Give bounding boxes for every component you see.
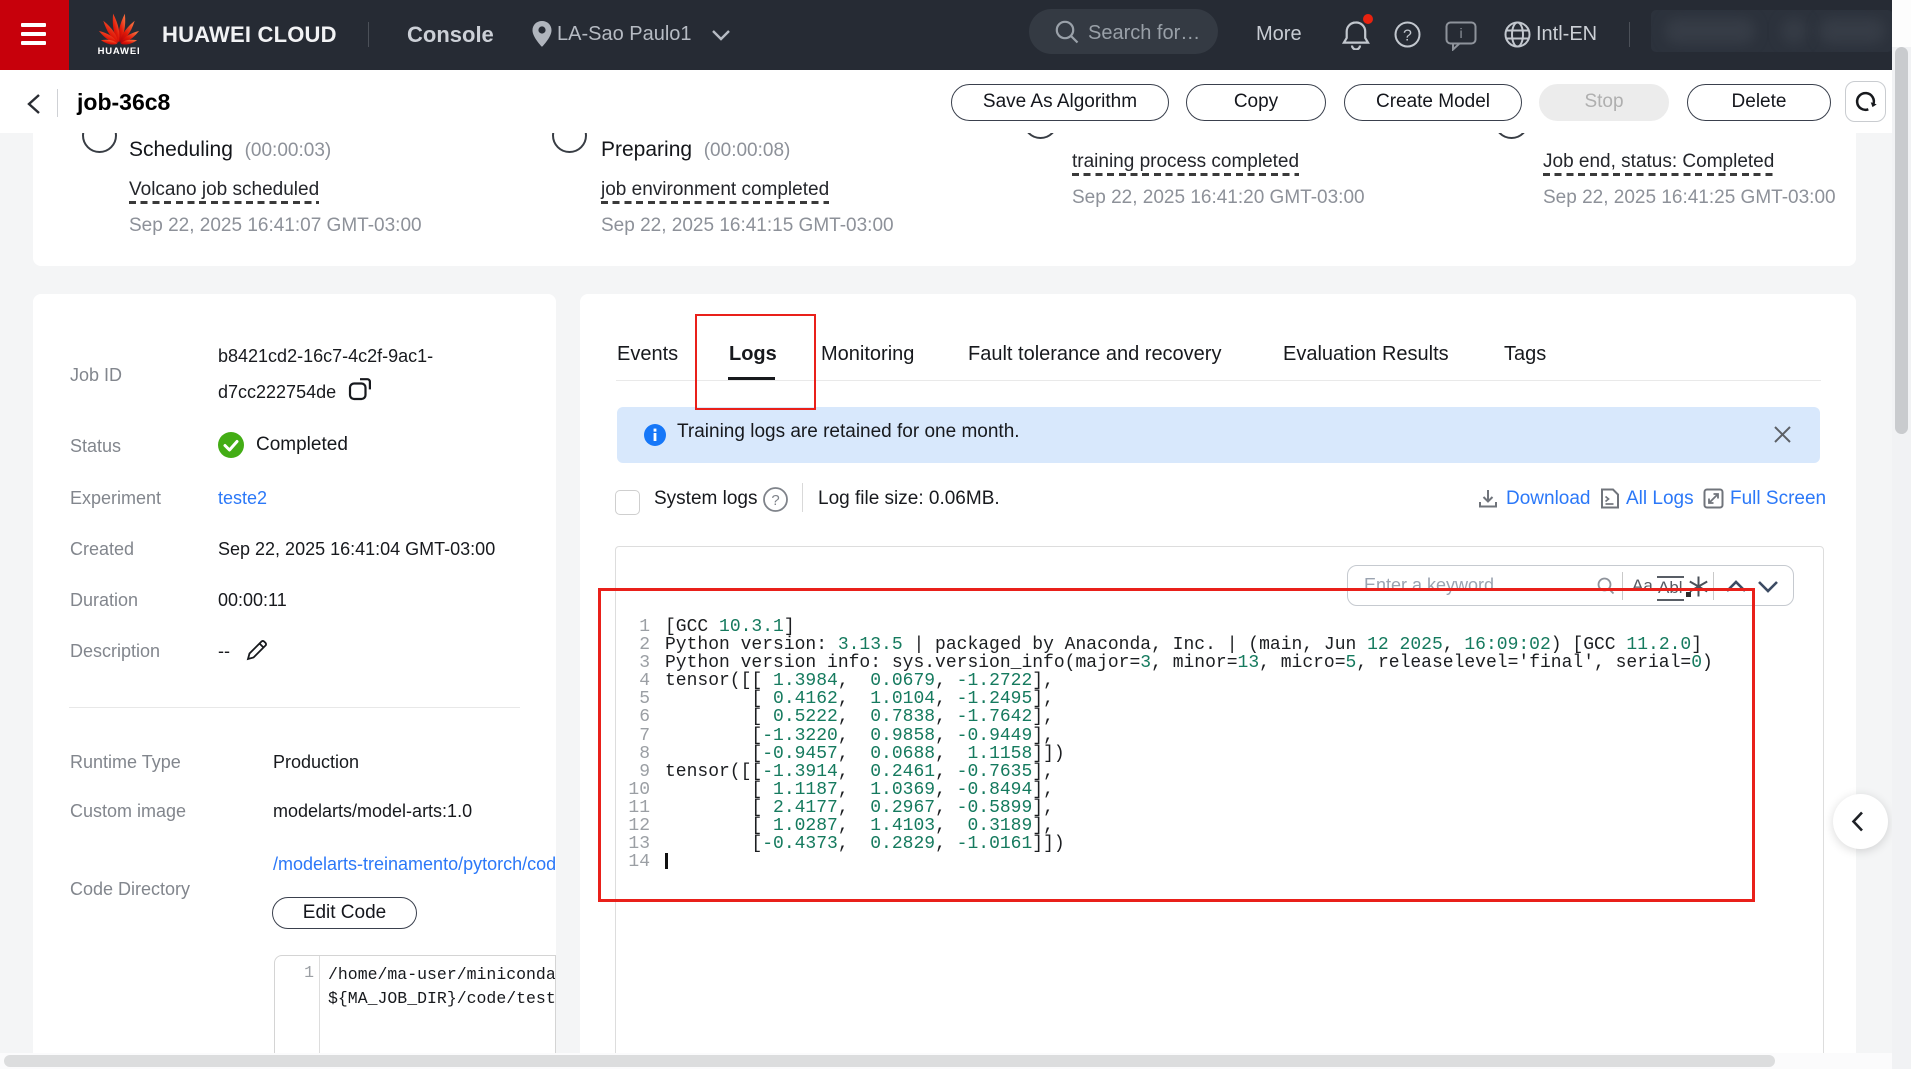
svg-text:?: ? [771,492,779,509]
svg-text:?: ? [1403,28,1412,45]
svg-text:i: i [1459,25,1462,41]
